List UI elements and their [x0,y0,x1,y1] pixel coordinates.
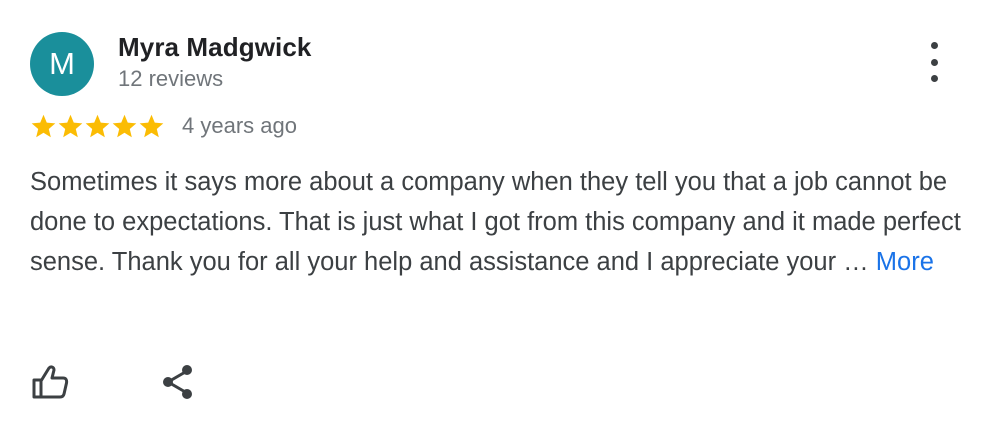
thumbs-up-icon [32,365,69,399]
star-icon [112,114,137,137]
avatar[interactable]: M [30,32,94,96]
reviewer-review-count: 12 reviews [118,66,224,91]
share-icon [163,365,192,399]
share-button[interactable] [158,362,198,402]
more-vert-icon-dot [930,75,938,82]
review-date: 4 years ago [182,113,297,138]
avatar-initial: M [49,46,75,81]
review-text: Sometimes it says more about a company w… [30,162,970,282]
reviewer-name[interactable]: Myra Madgwick [118,32,311,63]
review-body: Sometimes it says more about a company w… [30,168,961,276]
more-options-button[interactable] [918,42,950,82]
more-vert-icon-dot [930,58,938,66]
more-link[interactable]: More [876,248,934,276]
star-icon [85,114,110,137]
like-button[interactable] [30,362,70,402]
more-vert-icon [930,42,938,49]
star-icon [31,114,56,137]
star-icon [58,114,83,137]
star-icon [139,114,164,137]
star-rating [30,113,165,140]
rating-row: 4 years ago [30,110,297,142]
